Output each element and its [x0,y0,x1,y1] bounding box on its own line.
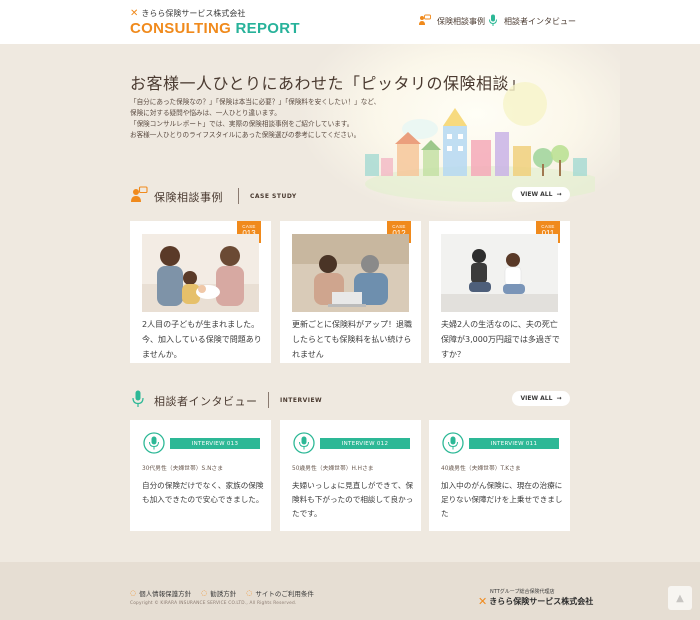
footer-logo-name: ✕ きらら保険サービス株式会社 [478,595,593,608]
footer-link-privacy[interactable]: ◌ 個人情報保護方針 [130,588,191,598]
chevron-up-icon: ▲ [676,592,684,604]
hero-text-line: お客様一人ひとりのライフスタイルにあった保険選びの参考にしてください。 [130,131,361,139]
consultation-icon [130,186,148,208]
case-card-text: 夫婦2人の生活なのに、夫の死亡保障が3,000万円超では多過ぎですか？ [441,320,560,359]
interview-meta: 40歳男性（夫婦世帯）T.Kさま [441,466,521,472]
case-card-text: 2人目の子どもが生まれました。今、加入している保険で問題ありませんか。 [142,320,262,359]
view-all-label: VIEW ALL [520,395,553,402]
case-study-subtitle: CASE STUDY [250,193,297,200]
brand-word-consulting: CONSULTING [130,20,232,37]
interview-view-all-button[interactable]: VIEW ALL → [512,391,570,406]
arrow-right-icon: → [556,395,562,402]
interview-text: 加入中のがん保険に、現在の治療に足りない保障だけを上乗せできました [441,481,563,518]
case-study-header: 保険相談事例 CASE STUDY VIEW ALL → [130,185,570,209]
interview-card-012[interactable]: INTERVIEW 012 50歳男性（夫婦世帯）H.Hさま 夫婦いっしょに見直… [280,420,421,531]
case-card-011[interactable]: CASE 011 夫婦2人の生活なのに、夫の死亡保障が3,000万円超では多過ぎ… [429,221,570,363]
speech-bubble-icon: ◌ [130,589,137,597]
copyright: Copyright © KIRARA INSURANCE SERVICE CO.… [130,601,297,606]
case-study-title: 保険相談事例 [154,191,223,204]
hero-text-line: 「保険コンサルレポート」では、実際の保険相談事例をご紹介しています。 [130,120,354,128]
consultation-icon [418,14,431,29]
hero-description: 「自分にあった保険なの？」「保険は本当に必要？」「保険料を安くしたい！」など、 … [130,97,380,141]
microphone-circle-icon [143,432,165,458]
hero-section: お客様一人ひとりにあわせた「ピッタリの保険相談」 「自分にあった保険なの？」「保… [0,44,700,219]
page-top-button[interactable]: ▲ [668,586,692,610]
speech-bubble-icon: ◌ [201,589,208,597]
nav-case-study-label: 保険相談事例 [437,17,485,26]
speech-bubble-icon: ◌ [246,589,253,597]
site-header: ✕ きらら保険サービス株式会社 CONSULTING REPORT 保険相談事例… [0,0,700,44]
footer-logo-tagline: NTTグループ総合保険代理店 [490,589,555,595]
case-badge-label: CASE [541,224,555,229]
interview-subtitle: INTERVIEW [280,397,323,404]
interview-card-013[interactable]: INTERVIEW 013 30代男性（夫婦世帯）S.Nさま 自分の保険だけでな… [130,420,271,531]
divider [268,392,269,408]
nav-interview[interactable]: 相談者インタビュー [488,14,576,29]
interview-meta: 50歳男性（夫婦世帯）H.Hさま [292,466,374,472]
brand-company: ✕ きらら保険サービス株式会社 [130,8,300,19]
site-footer: ◌ 個人情報保護方針 ◌ 勧誘方針 ◌ サイトのご利用条件 Copyright … [0,562,700,620]
interview-text: 自分の保険だけでなく、家族の保険も加入できたので安心できました。 [142,481,264,504]
nav-case-study[interactable]: 保険相談事例 [418,14,485,29]
case-badge-label: CASE [392,224,406,229]
nav-interview-label: 相談者インタビュー [504,17,576,26]
footer-logo[interactable]: NTTグループ総合保険代理店 ✕ きらら保険サービス株式会社 [478,588,593,608]
microphone-circle-icon [442,432,464,458]
footer-company-name: きらら保険サービス株式会社 [489,597,594,606]
interview-badge: INTERVIEW 011 [469,438,559,449]
footer-link-terms[interactable]: ◌ サイトのご利用条件 [246,588,314,598]
brand-company-name: きらら保険サービス株式会社 [141,9,246,18]
view-all-label: VIEW ALL [520,191,553,198]
footer-link-label: 個人情報保護方針 [139,590,192,598]
divider [238,188,239,204]
footer-link-solicitation[interactable]: ◌ 勧誘方針 [201,588,236,598]
footer-link-label: 勧誘方針 [210,590,237,598]
footer-links: ◌ 個人情報保護方針 ◌ 勧誘方針 ◌ サイトのご利用条件 [130,588,314,598]
case-view-all-button[interactable]: VIEW ALL → [512,187,570,202]
interview-badge: INTERVIEW 013 [170,438,260,449]
case-badge-label: CASE [242,224,256,229]
interview-badge: INTERVIEW 012 [320,438,410,449]
case-photo-family [142,234,259,312]
case-photo-couple-laptop [292,234,409,312]
brand-word-report: REPORT [235,20,300,37]
brand-mark-icon: ✕ [478,595,488,608]
microphone-circle-icon [293,432,315,458]
interview-meta: 30代男性（夫婦世帯）S.Nさま [142,466,224,472]
footer-link-label: サイトのご利用条件 [255,590,314,598]
interview-text: 夫婦いっしょに見直しができて、保険料も下がったので相談して良かったです。 [292,481,414,518]
arrow-right-icon: → [556,191,562,198]
interview-header: 相談者インタビュー INTERVIEW VIEW ALL → [130,389,570,413]
microphone-icon [488,14,498,29]
site-logo[interactable]: ✕ きらら保険サービス株式会社 CONSULTING REPORT [130,8,300,37]
case-card-012[interactable]: CASE 012 更新ごとに保険料がアップ！退職したらとても保険料を払い続けられ… [280,221,421,363]
brand-title: CONSULTING REPORT [130,20,300,37]
interview-card-011[interactable]: INTERVIEW 011 40歳男性（夫婦世帯）T.Kさま 加入中のがん保険に… [429,420,570,531]
case-card-text: 更新ごとに保険料がアップ！退職したらとても保険料を払い続けられません [292,320,412,359]
brand-mark-icon: ✕ [130,8,139,19]
interview-title: 相談者インタビュー [154,395,258,408]
microphone-icon [132,390,144,412]
case-photo-couple-sitting [441,234,558,312]
case-card-013[interactable]: CASE 013 2人目の子どもが生まれました。今、加入している保険で問題ありま… [130,221,271,363]
hero-text-line: 保険に対する疑問や悩みは、一人ひとり違います。 [130,109,281,117]
hero-text-line: 「自分にあった保険なの？」「保険は本当に必要？」「保険料を安くしたい！」など、 [130,98,381,106]
